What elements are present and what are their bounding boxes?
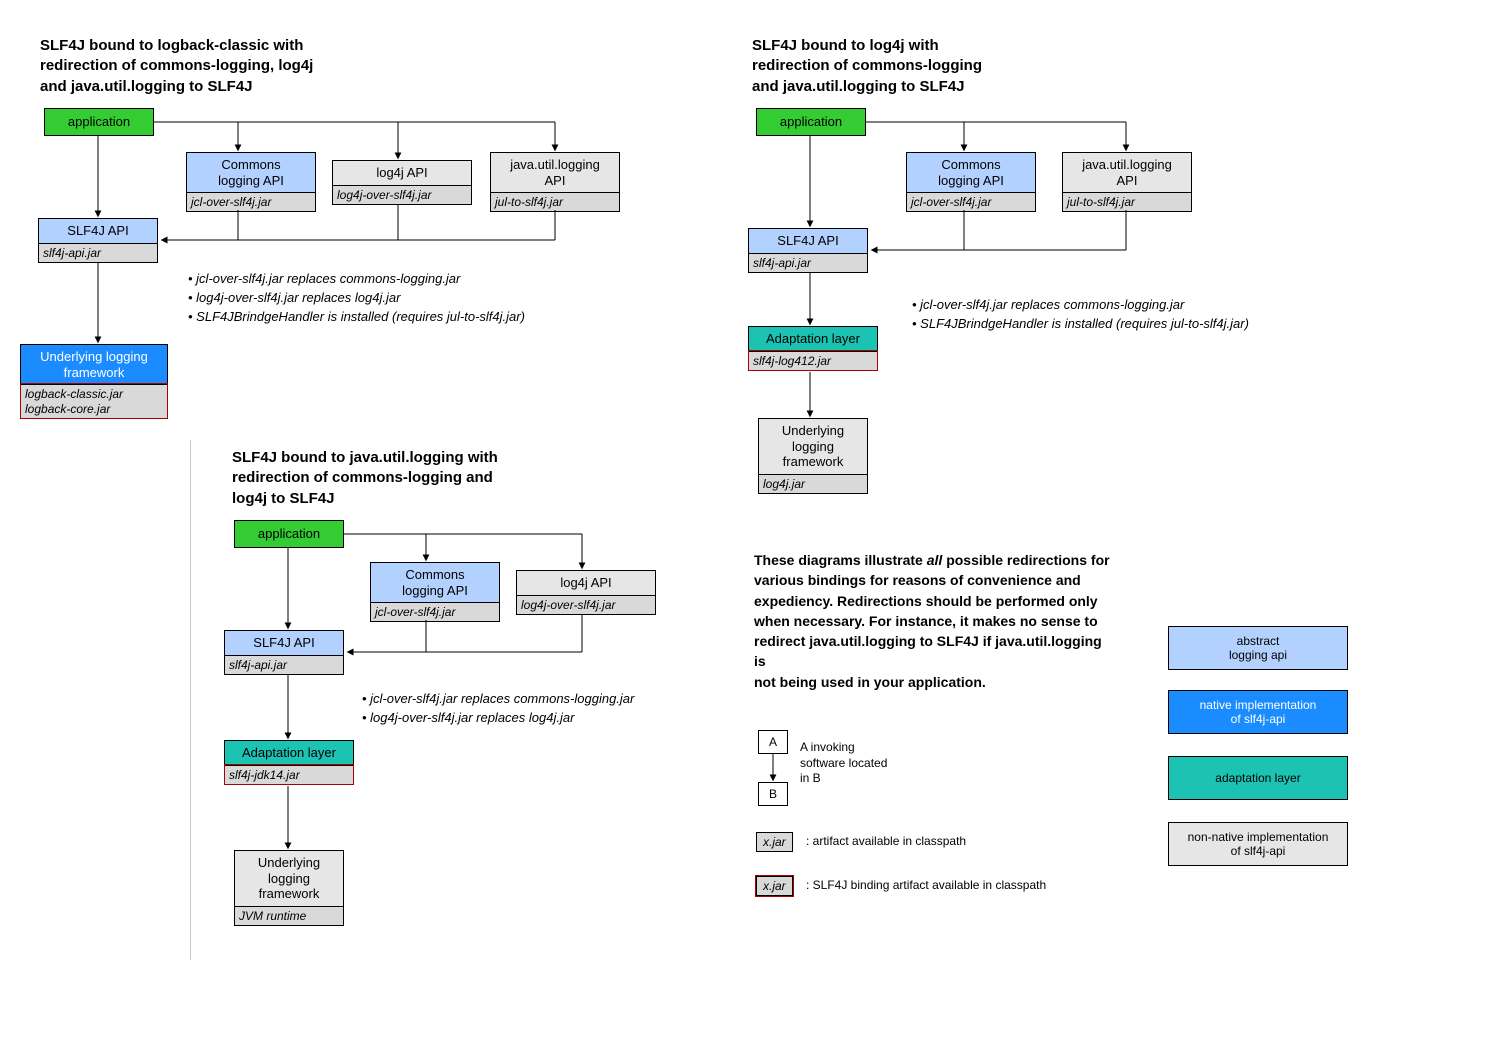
slf4j-jar: slf4j-api.jar — [39, 243, 157, 262]
d3-application: application — [756, 108, 866, 136]
log4j-jar: log4j-over-slf4j.jar — [333, 185, 471, 204]
d1-application: application — [44, 108, 154, 136]
legend-native: native implementationof slf4j-api — [1168, 690, 1348, 734]
legend-nonnative: non-native implementationof slf4j-api — [1168, 822, 1348, 866]
application-label: application — [45, 110, 153, 134]
slf4j-label: SLF4J API — [39, 219, 157, 243]
d2-native: Underlyingloggingframework JVM runtime — [234, 850, 344, 926]
d2-log4j-label: log4j API — [517, 571, 655, 595]
d2-slf4j-label: SLF4J API — [225, 631, 343, 655]
legend-ab-text: A invokingsoftware locatedin B — [800, 740, 887, 787]
legend-B: B — [758, 782, 788, 806]
d1-commons-box: Commonslogging API jcl-over-slf4j.jar — [186, 152, 316, 212]
d2-application: application — [234, 520, 344, 548]
d3-native-label: Underlyingloggingframework — [759, 419, 867, 474]
legend-jar: x.jar — [756, 832, 793, 852]
d2-bullets: • jcl-over-slf4j.jar replaces commons-lo… — [362, 690, 634, 728]
jul-jar: jul-to-slf4j.jar — [491, 192, 619, 211]
d3-jul-label: java.util.loggingAPI — [1063, 153, 1191, 192]
d2-native-jar: JVM runtime — [235, 906, 343, 925]
d1-native-box: Underlying loggingframework logback-clas… — [20, 344, 168, 419]
d3-jul: java.util.loggingAPI jul-to-slf4j.jar — [1062, 152, 1192, 212]
d3-bullets: • jcl-over-slf4j.jar replaces commons-lo… — [912, 296, 1492, 334]
d2-adapt-jar: slf4j-jdk14.jar — [225, 765, 353, 784]
d3-commons: Commonslogging API jcl-over-slf4j.jar — [906, 152, 1036, 212]
d3-title: SLF4J bound to log4j withredirection of … — [752, 36, 982, 97]
d1-title: SLF4J bound to logback-classic withredir… — [40, 36, 313, 97]
d2-divider — [190, 440, 191, 960]
commons-jar: jcl-over-slf4j.jar — [187, 192, 315, 211]
d3-slf4j-label: SLF4J API — [749, 229, 867, 253]
d2-title: SLF4J bound to java.util.logging withred… — [232, 448, 498, 509]
d3-native-jar: log4j.jar — [759, 474, 867, 493]
d3-slf4j: SLF4J API slf4j-api.jar — [748, 228, 868, 273]
d1-bullets: • jcl-over-slf4j.jar replaces commons-lo… — [188, 270, 525, 327]
d2-commons-label: Commonslogging API — [371, 563, 499, 602]
d2-commons: Commonslogging API jcl-over-slf4j.jar — [370, 562, 500, 622]
d2-application-label: application — [235, 522, 343, 546]
d2-log4j-jar: log4j-over-slf4j.jar — [517, 595, 655, 614]
d1-log4j-box: log4j API log4j-over-slf4j.jar — [332, 160, 472, 205]
d2-commons-jar: jcl-over-slf4j.jar — [371, 602, 499, 621]
legend-A: A — [758, 730, 788, 754]
legend-abstract: abstractlogging api — [1168, 626, 1348, 670]
d1-slf4j-box: SLF4J API slf4j-api.jar — [38, 218, 158, 263]
d3-application-label: application — [757, 110, 865, 134]
d3-adapt-label: Adaptation layer — [749, 327, 877, 351]
legend-jar-red: x.jar — [756, 876, 793, 896]
d3-slf4j-jar: slf4j-api.jar — [749, 253, 867, 272]
legend-adapt: adaptation layer — [1168, 756, 1348, 800]
d3-native: Underlyingloggingframework log4j.jar — [758, 418, 868, 494]
page: SLF4J bound to logback-classic withredir… — [0, 0, 1500, 1061]
commons-label: Commonslogging API — [187, 153, 315, 192]
disclaimer: These diagrams illustrate all possible r… — [754, 550, 1114, 692]
d3-commons-label: Commonslogging API — [907, 153, 1035, 192]
legend-jar-red-text: : SLF4J binding artifact available in cl… — [806, 878, 1046, 894]
d2-slf4j: SLF4J API slf4j-api.jar — [224, 630, 344, 675]
d2-slf4j-jar: slf4j-api.jar — [225, 655, 343, 674]
legend-jar-text: : artifact available in classpath — [806, 834, 966, 850]
d3-adapt: Adaptation layer slf4j-log412.jar — [748, 326, 878, 371]
jul-label: java.util.loggingAPI — [491, 153, 619, 192]
d2-adapt: Adaptation layer slf4j-jdk14.jar — [224, 740, 354, 785]
d2-log4j: log4j API log4j-over-slf4j.jar — [516, 570, 656, 615]
d3-jul-jar: jul-to-slf4j.jar — [1063, 192, 1191, 211]
native-jar: logback-classic.jarlogback-core.jar — [21, 384, 167, 418]
d1-jul-box: java.util.loggingAPI jul-to-slf4j.jar — [490, 152, 620, 212]
log4j-label: log4j API — [333, 161, 471, 185]
native-label: Underlying loggingframework — [21, 345, 167, 384]
d3-adapt-jar: slf4j-log412.jar — [749, 351, 877, 370]
d2-native-label: Underlyingloggingframework — [235, 851, 343, 906]
d3-commons-jar: jcl-over-slf4j.jar — [907, 192, 1035, 211]
d2-adapt-label: Adaptation layer — [225, 741, 353, 765]
